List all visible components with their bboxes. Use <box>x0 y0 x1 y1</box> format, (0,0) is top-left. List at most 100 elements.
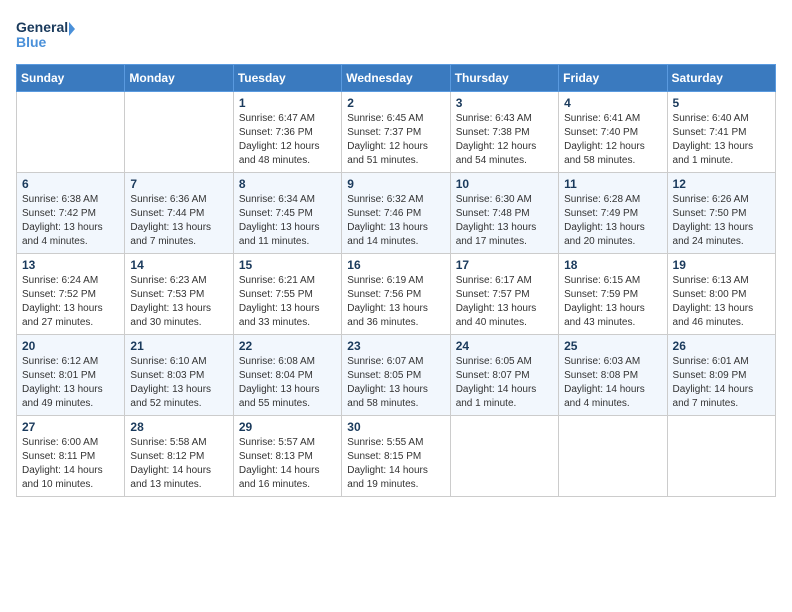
calendar-cell: 24 Sunrise: 6:05 AM Sunset: 8:07 PM Dayli… <box>450 335 558 416</box>
calendar-cell: 30 Sunrise: 5:55 AM Sunset: 8:15 PM Dayli… <box>342 416 450 497</box>
day-number: 15 <box>239 258 336 272</box>
day-header-saturday: Saturday <box>667 65 775 92</box>
day-info: Sunrise: 6:12 AM Sunset: 8:01 PM Dayligh… <box>22 355 119 411</box>
calendar-cell: 28 Sunrise: 5:58 AM Sunset: 8:12 PM Dayli… <box>125 416 233 497</box>
day-info: Sunrise: 5:57 AM Sunset: 8:13 PM Dayligh… <box>239 436 336 492</box>
calendar-cell: 8Sunrise: 6:34 AM Sunset: 7:45 PM Daylig… <box>233 173 341 254</box>
day-number: 8 <box>239 177 336 191</box>
day-number: 13 <box>22 258 119 272</box>
calendar-cell: 19 Sunrise: 6:13 AM Sunset: 8:00 PM Dayli… <box>667 254 775 335</box>
calendar-cell: 25Sunrise: 6:03 AM Sunset: 8:08 PM Dayli… <box>559 335 667 416</box>
day-info: Sunrise: 6:07 AM Sunset: 8:05 PM Dayligh… <box>347 355 444 411</box>
day-number: 27 <box>22 420 119 434</box>
calendar-cell: 10Sunrise: 6:30 AM Sunset: 7:48 PM Dayli… <box>450 173 558 254</box>
day-number: 16 <box>347 258 444 272</box>
day-number: 1 <box>239 96 336 110</box>
day-info: Sunrise: 6:15 AM Sunset: 7:59 PM Dayligh… <box>564 274 661 330</box>
calendar-cell: 2 Sunrise: 6:45 AM Sunset: 7:37 PM Daylig… <box>342 92 450 173</box>
day-info: Sunrise: 6:23 AM Sunset: 7:53 PM Dayligh… <box>130 274 227 330</box>
logo-svg: General Blue <box>16 16 76 52</box>
day-number: 11 <box>564 177 661 191</box>
day-number: 22 <box>239 339 336 353</box>
day-number: 7 <box>130 177 227 191</box>
day-info: Sunrise: 6:10 AM Sunset: 8:03 PM Dayligh… <box>130 355 227 411</box>
day-info: Sunrise: 6:38 AM Sunset: 7:42 PM Dayligh… <box>22 193 119 249</box>
day-header-monday: Monday <box>125 65 233 92</box>
day-number: 28 <box>130 420 227 434</box>
calendar-header-row: SundayMondayTuesdayWednesdayThursdayFrid… <box>17 65 776 92</box>
day-header-wednesday: Wednesday <box>342 65 450 92</box>
calendar-cell: 18Sunrise: 6:15 AM Sunset: 7:59 PM Dayli… <box>559 254 667 335</box>
calendar-cell <box>450 416 558 497</box>
day-info: Sunrise: 5:58 AM Sunset: 8:12 PM Dayligh… <box>130 436 227 492</box>
day-number: 26 <box>673 339 770 353</box>
day-number: 14 <box>130 258 227 272</box>
day-info: Sunrise: 6:24 AM Sunset: 7:52 PM Dayligh… <box>22 274 119 330</box>
calendar-cell: 11 Sunrise: 6:28 AM Sunset: 7:49 PM Dayli… <box>559 173 667 254</box>
day-info: Sunrise: 6:01 AM Sunset: 8:09 PM Dayligh… <box>673 355 770 411</box>
calendar-cell: 17 Sunrise: 6:17 AM Sunset: 7:57 PM Dayli… <box>450 254 558 335</box>
day-number: 3 <box>456 96 553 110</box>
day-number: 2 <box>347 96 444 110</box>
day-info: Sunrise: 6:28 AM Sunset: 7:49 PM Dayligh… <box>564 193 661 249</box>
calendar-week-4: 20 Sunrise: 6:12 AM Sunset: 8:01 PM Dayli… <box>17 335 776 416</box>
day-number: 23 <box>347 339 444 353</box>
day-info: Sunrise: 6:43 AM Sunset: 7:38 PM Dayligh… <box>456 112 553 168</box>
day-info: Sunrise: 6:36 AM Sunset: 7:44 PM Dayligh… <box>130 193 227 249</box>
calendar-cell <box>125 92 233 173</box>
day-number: 9 <box>347 177 444 191</box>
calendar-cell: 23 Sunrise: 6:07 AM Sunset: 8:05 PM Dayli… <box>342 335 450 416</box>
day-info: Sunrise: 6:21 AM Sunset: 7:55 PM Dayligh… <box>239 274 336 330</box>
day-number: 30 <box>347 420 444 434</box>
svg-text:General: General <box>16 19 68 35</box>
day-header-sunday: Sunday <box>17 65 125 92</box>
day-info: Sunrise: 6:45 AM Sunset: 7:37 PM Dayligh… <box>347 112 444 168</box>
calendar-table: SundayMondayTuesdayWednesdayThursdayFrid… <box>16 64 776 497</box>
day-number: 17 <box>456 258 553 272</box>
day-number: 21 <box>130 339 227 353</box>
day-info: Sunrise: 6:05 AM Sunset: 8:07 PM Dayligh… <box>456 355 553 411</box>
page-header: General Blue <box>16 16 776 52</box>
calendar-week-3: 13 Sunrise: 6:24 AM Sunset: 7:52 PM Dayli… <box>17 254 776 335</box>
day-info: Sunrise: 6:26 AM Sunset: 7:50 PM Dayligh… <box>673 193 770 249</box>
calendar-cell: 20 Sunrise: 6:12 AM Sunset: 8:01 PM Dayli… <box>17 335 125 416</box>
calendar-cell: 27Sunrise: 6:00 AM Sunset: 8:11 PM Dayli… <box>17 416 125 497</box>
calendar-cell: 22 Sunrise: 6:08 AM Sunset: 8:04 PM Dayli… <box>233 335 341 416</box>
day-info: Sunrise: 6:41 AM Sunset: 7:40 PM Dayligh… <box>564 112 661 168</box>
calendar-cell: 3 Sunrise: 6:43 AM Sunset: 7:38 PM Daylig… <box>450 92 558 173</box>
calendar-cell: 16 Sunrise: 6:19 AM Sunset: 7:56 PM Dayli… <box>342 254 450 335</box>
day-info: Sunrise: 6:40 AM Sunset: 7:41 PM Dayligh… <box>673 112 770 168</box>
day-number: 12 <box>673 177 770 191</box>
calendar-cell: 9 Sunrise: 6:32 AM Sunset: 7:46 PM Daylig… <box>342 173 450 254</box>
day-info: Sunrise: 6:08 AM Sunset: 8:04 PM Dayligh… <box>239 355 336 411</box>
day-info: Sunrise: 6:19 AM Sunset: 7:56 PM Dayligh… <box>347 274 444 330</box>
day-number: 24 <box>456 339 553 353</box>
svg-text:Blue: Blue <box>16 34 47 50</box>
calendar-cell: 29 Sunrise: 5:57 AM Sunset: 8:13 PM Dayli… <box>233 416 341 497</box>
day-info: Sunrise: 6:32 AM Sunset: 7:46 PM Dayligh… <box>347 193 444 249</box>
calendar-week-2: 6Sunrise: 6:38 AM Sunset: 7:42 PM Daylig… <box>17 173 776 254</box>
calendar-week-1: 1Sunrise: 6:47 AM Sunset: 7:36 PM Daylig… <box>17 92 776 173</box>
calendar-week-5: 27Sunrise: 6:00 AM Sunset: 8:11 PM Dayli… <box>17 416 776 497</box>
day-number: 20 <box>22 339 119 353</box>
calendar-cell: 6Sunrise: 6:38 AM Sunset: 7:42 PM Daylig… <box>17 173 125 254</box>
day-info: Sunrise: 6:30 AM Sunset: 7:48 PM Dayligh… <box>456 193 553 249</box>
calendar-cell: 14 Sunrise: 6:23 AM Sunset: 7:53 PM Dayli… <box>125 254 233 335</box>
day-number: 4 <box>564 96 661 110</box>
day-number: 19 <box>673 258 770 272</box>
day-number: 29 <box>239 420 336 434</box>
calendar-cell <box>667 416 775 497</box>
calendar-cell: 26 Sunrise: 6:01 AM Sunset: 8:09 PM Dayli… <box>667 335 775 416</box>
calendar-cell: 13 Sunrise: 6:24 AM Sunset: 7:52 PM Dayli… <box>17 254 125 335</box>
day-info: Sunrise: 5:55 AM Sunset: 8:15 PM Dayligh… <box>347 436 444 492</box>
calendar-cell: 15 Sunrise: 6:21 AM Sunset: 7:55 PM Dayli… <box>233 254 341 335</box>
calendar-cell: 7 Sunrise: 6:36 AM Sunset: 7:44 PM Daylig… <box>125 173 233 254</box>
day-info: Sunrise: 6:13 AM Sunset: 8:00 PM Dayligh… <box>673 274 770 330</box>
day-number: 25 <box>564 339 661 353</box>
day-header-friday: Friday <box>559 65 667 92</box>
calendar-cell: 4 Sunrise: 6:41 AM Sunset: 7:40 PM Daylig… <box>559 92 667 173</box>
logo: General Blue <box>16 16 76 52</box>
calendar-cell <box>17 92 125 173</box>
day-info: Sunrise: 6:17 AM Sunset: 7:57 PM Dayligh… <box>456 274 553 330</box>
calendar-cell: 5Sunrise: 6:40 AM Sunset: 7:41 PM Daylig… <box>667 92 775 173</box>
